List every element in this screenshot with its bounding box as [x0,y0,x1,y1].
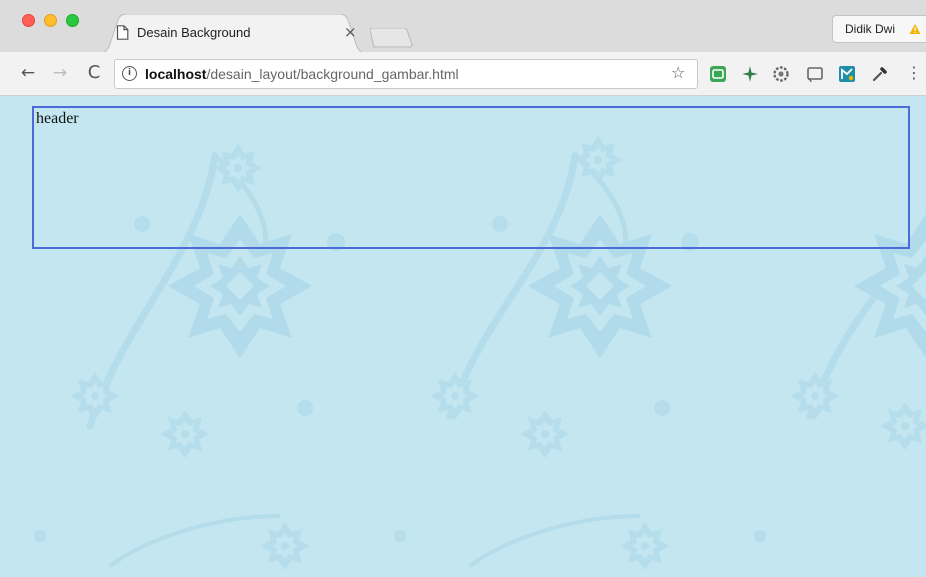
back-arrow-icon[interactable]: ← [18,63,38,83]
page-viewport[interactable]: header [0,96,926,577]
cast-icon[interactable] [806,65,824,83]
address-bar[interactable]: i localhost/desain_layout/background_gam… [114,59,698,89]
reload-icon[interactable]: C [84,63,104,83]
title-bar: Desain Background × Didik Dwi [0,0,926,53]
forward-arrow-icon[interactable]: → [50,63,70,83]
extension-gear-icon[interactable] [772,65,790,83]
url-text[interactable]: localhost/desain_layout/background_gamba… [145,66,459,82]
tab-close-icon[interactable]: × [344,23,357,41]
warning-icon [909,22,921,40]
info-icon[interactable]: i [122,66,137,81]
profile-name: Didik Dwi [845,22,896,36]
menu-icon[interactable]: ⋮ [906,64,922,82]
page-header-box: header [32,106,910,249]
url-path: /desain_layout/background_gambar.html [206,66,459,82]
tab-desain-background[interactable]: Desain Background × [98,14,368,53]
browser-toolbar: ← → C i localhost/desain_layout/backgrou… [0,52,926,96]
eyedropper-icon[interactable] [871,65,889,83]
extension-green-icon[interactable] [709,65,727,83]
tab-title: Desain Background [137,25,251,40]
zoom-window-button[interactable] [66,14,79,27]
profile-button[interactable]: Didik Dwi [832,15,926,43]
header-text: header [36,110,79,127]
extension-sparkle-icon[interactable] [741,65,759,83]
close-window-button[interactable] [22,14,35,27]
extension-teal-icon[interactable] [838,65,856,83]
bookmark-star-icon[interactable]: ☆ [671,63,685,82]
new-tab-icon[interactable] [369,27,414,53]
url-host: localhost [145,66,207,82]
minimize-window-button[interactable] [44,14,57,27]
